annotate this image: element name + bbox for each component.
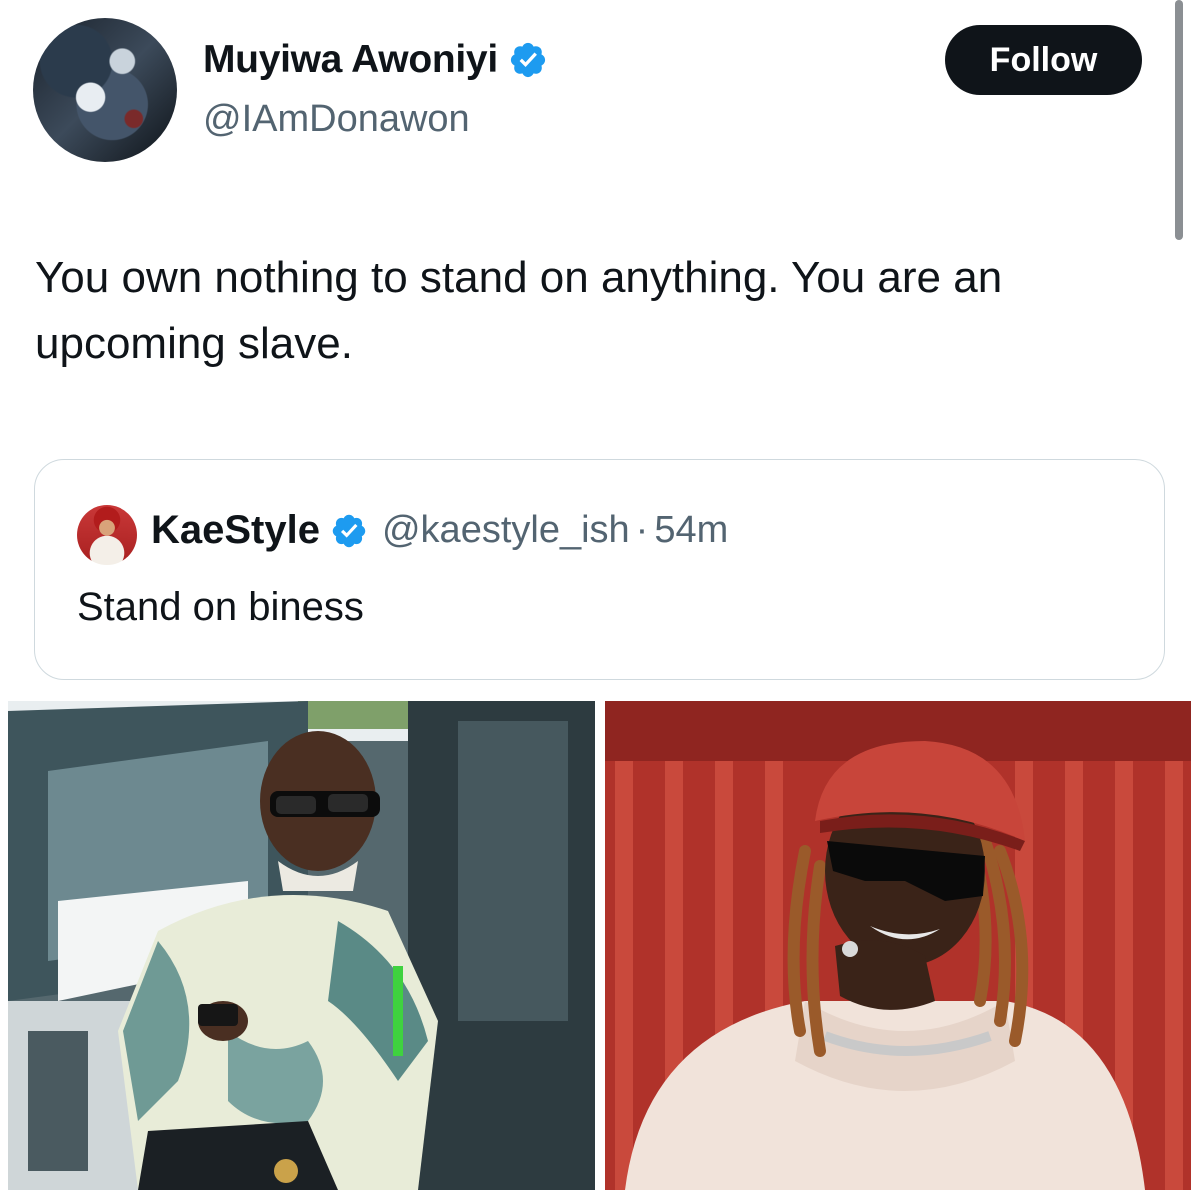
verified-badge-icon <box>510 42 545 78</box>
quote-header: KaeStyle @kaestyle_ish · 54m <box>151 508 728 553</box>
quote-timestamp[interactable]: 54m <box>654 509 728 552</box>
verified-badge-icon <box>332 514 366 547</box>
media-photo-left[interactable] <box>8 701 595 1190</box>
separator-dot: · <box>635 509 649 551</box>
quote-text: Stand on biness <box>77 585 364 629</box>
media-photo-right[interactable] <box>605 701 1191 1190</box>
author-name[interactable]: Muyiwa Awoniyi <box>203 38 498 82</box>
author-avatar[interactable] <box>33 18 177 162</box>
photo-left-illustration <box>8 701 595 1190</box>
quote-avatar[interactable] <box>77 505 137 565</box>
quoted-tweet-card[interactable]: KaeStyle @kaestyle_ish · 54m Stand on bi… <box>34 459 1165 680</box>
author-handle[interactable]: @IAmDonawon <box>203 98 470 141</box>
scrollbar[interactable] <box>1175 0 1183 240</box>
author-name-row[interactable]: Muyiwa Awoniyi <box>203 38 548 82</box>
follow-button[interactable]: Follow <box>945 25 1142 95</box>
photo-right-illustration <box>605 701 1191 1190</box>
quote-author-handle[interactable]: @kaestyle_ish <box>382 509 630 552</box>
tweet-text: You own nothing to stand on anything. Yo… <box>35 253 1003 368</box>
quote-author-name[interactable]: KaeStyle <box>151 508 320 553</box>
